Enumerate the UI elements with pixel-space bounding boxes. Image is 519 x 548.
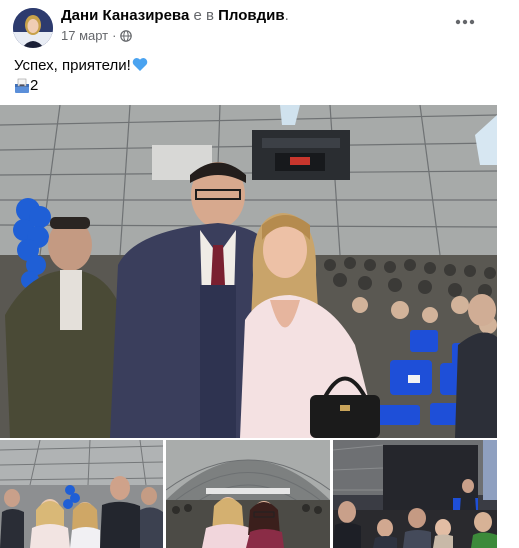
photo-thumbnail-2[interactable] (166, 440, 330, 548)
meta-separator: · (112, 28, 117, 43)
author-connector: е в (189, 7, 219, 24)
more-options-button[interactable] (452, 12, 478, 32)
post-text: Успех, приятели! (14, 56, 148, 76)
author-avatar[interactable] (13, 8, 53, 48)
author-suffix: . (284, 7, 289, 24)
author-name-link[interactable]: Дани Каназирева (61, 7, 189, 24)
location-link[interactable]: Пловдив (218, 7, 284, 24)
post-meta: 17 март · (61, 28, 133, 43)
main-photo[interactable] (0, 105, 497, 438)
author-line: Дани Каназирева е в Пловдив. (61, 7, 289, 25)
globe-icon (120, 29, 133, 42)
more-horizontal-icon (455, 19, 475, 25)
ballot-box-icon (14, 78, 30, 94)
ballot-line: 2 (14, 76, 38, 96)
post-date-link[interactable]: 17 март (61, 28, 108, 43)
post-text-content: Успех, приятели! (14, 57, 131, 74)
facebook-post: Дани Каназирева е в Пловдив. 17 март · У… (0, 0, 519, 548)
ballot-number: 2 (30, 77, 39, 94)
blue-heart-icon (132, 57, 148, 72)
photo-thumbnail-3[interactable] (333, 440, 497, 548)
photo-thumbnail-1[interactable] (0, 440, 163, 548)
